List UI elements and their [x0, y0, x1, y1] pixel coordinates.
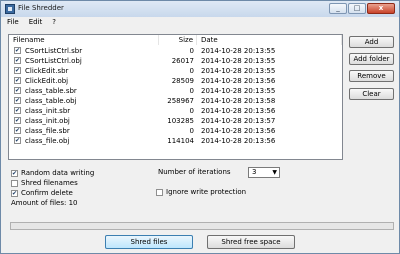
shred-filenames-label: Shred filenames: [21, 179, 78, 187]
file-date: 2014-10-28 20:13:57: [201, 117, 276, 125]
row-checkbox[interactable]: ✔: [14, 137, 21, 144]
table-row[interactable]: ✔ ClickEdit.sbr 0 2014-10-28 20:13:55: [9, 66, 342, 76]
file-name: class_init.obj: [25, 117, 70, 125]
file-date: 2014-10-28 20:13:55: [201, 67, 276, 75]
file-name: CSortListCtrl.obj: [25, 57, 82, 65]
file-size: 0: [189, 47, 194, 55]
row-checkbox[interactable]: ✔: [14, 87, 21, 94]
file-name: ClickEdit.obj: [25, 77, 69, 85]
column-header-size[interactable]: Size: [159, 35, 197, 45]
minimize-button[interactable]: _: [329, 3, 347, 14]
row-checkbox[interactable]: ✔: [14, 97, 21, 104]
file-date: 2014-10-28 20:13:56: [201, 137, 276, 145]
file-name: CSortListCtrl.sbr: [25, 47, 83, 55]
file-size: 258967: [167, 97, 194, 105]
file-date: 2014-10-28 20:13:56: [201, 107, 276, 115]
main-window: File Shredder _ □ x File Edit ? Filename…: [0, 0, 400, 254]
close-button[interactable]: x: [367, 3, 395, 14]
column-header-filename[interactable]: Filename: [9, 35, 159, 45]
ignore-protection-label: Ignore write protection: [166, 188, 247, 196]
table-row[interactable]: ✔ class_table.sbr 0 2014-10-28 20:13:55: [9, 86, 342, 96]
file-date: 2014-10-28 20:13:55: [201, 57, 276, 65]
table-row[interactable]: ✔ CSortListCtrl.obj 26017 2014-10-28 20:13:…: [9, 56, 342, 66]
file-size: 114104: [167, 137, 194, 145]
iterations-select[interactable]: 3 ▼: [248, 167, 280, 178]
file-size: 103285: [167, 117, 194, 125]
file-size: 28509: [171, 77, 194, 85]
file-size: 0: [189, 67, 194, 75]
file-date: 2014-10-28 20:13:58: [201, 97, 276, 105]
table-row[interactable]: ✔ class_file.sbr 0 2014-10-28 20:13:56: [9, 126, 342, 136]
clear-button[interactable]: Clear: [349, 88, 394, 100]
iterations-value: 3: [252, 168, 257, 176]
table-row[interactable]: ✔ ClickEdit.obj 28509 2014-10-28 20:13:56: [9, 76, 342, 86]
table-row[interactable]: ✔ class_init.sbr 0 2014-10-28 20:13:56: [9, 106, 342, 116]
shred-files-button[interactable]: Shred files: [105, 235, 193, 249]
file-size: 0: [189, 107, 194, 115]
file-size: 0: [189, 87, 194, 95]
chevron-down-icon: ▼: [272, 169, 277, 176]
confirm-delete-checkbox[interactable]: ✔: [11, 190, 18, 197]
file-date: 2014-10-28 20:13:56: [201, 77, 276, 85]
menu-bar: File Edit ?: [1, 17, 399, 28]
row-checkbox[interactable]: ✔: [14, 47, 21, 54]
progress-bar: [10, 222, 394, 230]
app-icon: [5, 4, 15, 14]
amount-of-files: Amount of files: 10: [11, 199, 78, 207]
file-name: class_file.sbr: [25, 127, 70, 135]
file-rows: ✔ CSortListCtrl.sbr 0 2014-10-28 20:13:55 ✔ C…: [9, 46, 342, 146]
window-controls: _ □ x: [329, 3, 395, 14]
menu-edit[interactable]: Edit: [29, 17, 43, 28]
table-row[interactable]: ✔ class_init.obj 103285 2014-10-28 20:13:57: [9, 116, 342, 126]
file-list[interactable]: Filename Size Date ✔ CSortListCtrl.sbr 0 20…: [8, 34, 343, 160]
random-data-label: Random data writing: [21, 169, 95, 177]
table-row[interactable]: ✔ class_file.obj 114104 2014-10-28 20:13:56: [9, 136, 342, 146]
table-row[interactable]: ✔ CSortListCtrl.sbr 0 2014-10-28 20:13:55: [9, 46, 342, 56]
shred-filenames-checkbox[interactable]: [11, 180, 18, 187]
shred-free-space-button[interactable]: Shred free space: [207, 235, 295, 249]
file-size: 26017: [171, 57, 194, 65]
add-button[interactable]: Add: [349, 36, 394, 48]
file-name: class_table.sbr: [25, 87, 77, 95]
row-checkbox[interactable]: ✔: [14, 127, 21, 134]
confirm-delete-label: Confirm delete: [21, 189, 73, 197]
maximize-button[interactable]: □: [348, 3, 366, 14]
add-folder-button[interactable]: Add folder: [349, 53, 394, 65]
row-checkbox[interactable]: ✔: [14, 117, 21, 124]
ignore-protection-checkbox[interactable]: [156, 189, 163, 196]
window-title: File Shredder: [18, 4, 64, 12]
row-checkbox[interactable]: ✔: [14, 107, 21, 114]
row-checkbox[interactable]: ✔: [14, 77, 21, 84]
random-data-checkbox[interactable]: ✔: [11, 170, 18, 177]
row-checkbox[interactable]: ✔: [14, 67, 21, 74]
iterations-label: Number of iterations: [158, 168, 231, 176]
remove-button[interactable]: Remove: [349, 70, 394, 82]
file-name: class_init.sbr: [25, 107, 71, 115]
file-date: 2014-10-28 20:13:56: [201, 127, 276, 135]
menu-help[interactable]: ?: [52, 17, 56, 28]
file-size: 0: [189, 127, 194, 135]
menu-file[interactable]: File: [7, 17, 19, 28]
title-bar[interactable]: File Shredder _ □ x: [1, 1, 399, 17]
file-name: class_table.obj: [25, 97, 77, 105]
table-row[interactable]: ✔ class_table.obj 258967 2014-10-28 20:13:5…: [9, 96, 342, 106]
file-name: ClickEdit.sbr: [25, 67, 69, 75]
file-name: class_file.obj: [25, 137, 70, 145]
file-date: 2014-10-28 20:13:55: [201, 87, 276, 95]
column-header-date[interactable]: Date: [197, 35, 342, 45]
file-date: 2014-10-28 20:13:55: [201, 47, 276, 55]
row-checkbox[interactable]: ✔: [14, 57, 21, 64]
